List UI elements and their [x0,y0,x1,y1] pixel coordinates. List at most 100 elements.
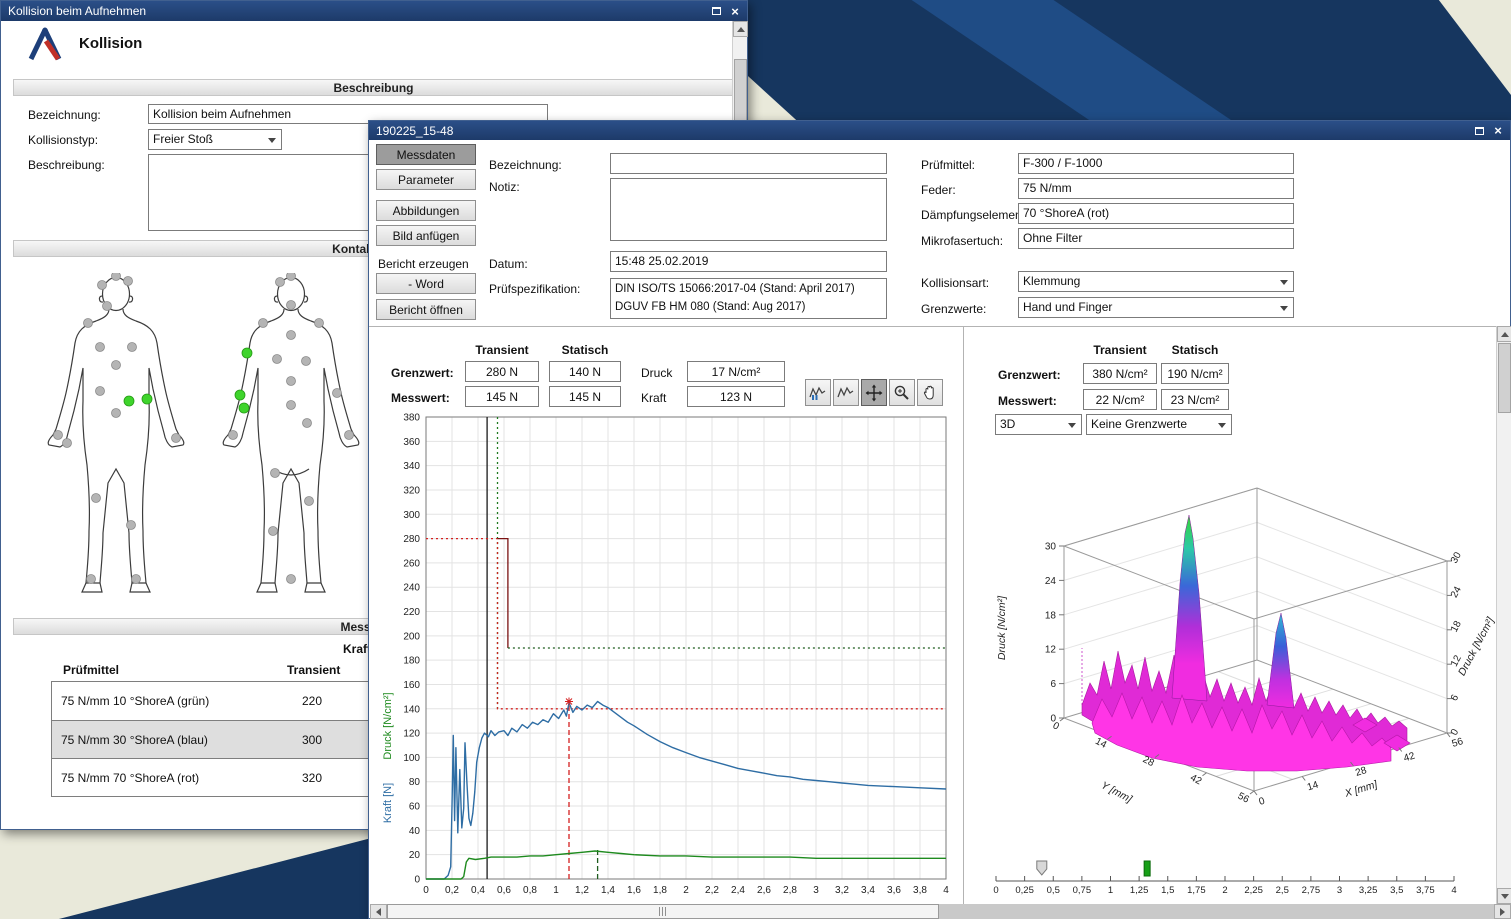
bezeichnung-input[interactable] [610,153,887,174]
value: 123 N [720,390,752,404]
scroll-up-button[interactable] [733,21,748,37]
contact-points-front-gray [54,273,181,584]
curve-pause-button[interactable] [805,379,831,406]
select-value: Hand und Finger [1023,300,1112,314]
force-messwert-transient: 145 N [465,386,539,407]
scrollbar-thumb[interactable] [1498,343,1511,413]
pressure-grenzwert-transient: 380 N/cm² [1083,363,1157,384]
close-button[interactable]: × [1490,124,1506,138]
kollisionstyp-select[interactable]: Freier Stoß [148,129,282,150]
button-label: - Word [408,277,444,291]
arrow-down-icon [1501,894,1509,899]
maximize-button[interactable] [708,4,724,18]
svg-text:30: 30 [1449,550,1464,565]
svg-text:0: 0 [993,885,998,896]
pruefmittel-cell: 75 N/mm 30 °ShoreA (blau) [52,733,208,747]
force-transient-header: Transient [465,343,539,357]
svg-text:1: 1 [1108,885,1113,896]
mikrofasertuch-label: Mikrofasertuch: [921,234,1003,248]
grenzwerte-select[interactable]: Hand und Finger [1018,297,1294,318]
daempfungselement-input[interactable]: 70 °ShoreA (rot) [1018,203,1294,224]
scroll-down-button[interactable] [1497,888,1511,904]
back-window-titlebar[interactable]: Kollision beim Aufnehmen × [1,1,747,21]
feder-input[interactable]: 75 N/mm [1018,178,1294,199]
svg-text:380: 380 [403,413,420,424]
beschreibung-label: Beschreibung: [28,158,105,172]
notiz-textarea[interactable] [610,178,887,241]
zoom-button[interactable] [889,379,915,406]
svg-text:1,75: 1,75 [1187,885,1206,896]
bild-anfuegen-button[interactable]: Bild anfügen [376,225,476,246]
slider-handle-green[interactable] [1144,861,1150,876]
kollisionsart-select[interactable]: Klemmung [1018,271,1294,292]
mikrofasertuch-input[interactable]: Ohne Filter [1018,228,1294,249]
force-pressure-chart[interactable]: 00,20,40,60,811,21,41,61,822,22,42,62,83… [377,413,951,895]
svg-text:2,6: 2,6 [757,885,771,895]
value: 22 N/cm² [1096,393,1145,407]
pruefspezifikation-box[interactable]: DIN ISO/TS 15066:2017-04 (Stand: April 2… [610,278,887,319]
input-value: F-300 / F-1000 [1023,156,1102,170]
horizontal-scrollbar[interactable] [370,904,1511,919]
scrollbar-thumb[interactable] [387,904,939,919]
messwert-label: Messwert: [391,391,450,405]
word-export-button[interactable]: - Word [376,273,476,294]
svg-text:2,25: 2,25 [1244,885,1263,896]
druck-value-box: 17 N/cm² [687,361,785,382]
svg-text:1: 1 [553,885,559,895]
pan-icon [865,384,883,402]
bezeichnung-value: Kollision beim Aufnehmen [153,107,291,121]
slider-handle-gray[interactable] [1037,861,1047,875]
svg-text:3,25: 3,25 [1359,885,1378,896]
front-window-titlebar[interactable]: 190225_15-48 × [369,121,1510,140]
feder-label: Feder: [921,183,956,197]
svg-text:80: 80 [409,777,421,788]
datum-input[interactable]: 15:48 25.02.2019 [610,251,887,272]
svg-text:0,5: 0,5 [1047,885,1060,896]
section-header-beschreibung: Beschreibung [13,79,734,96]
vertical-scrollbar[interactable] [1496,326,1511,904]
chevron-down-icon [1218,423,1226,428]
svg-text:Druck [N/cm²]: Druck [N/cm²] [382,692,394,759]
bezeichnung-label: Bezeichnung: [489,158,562,172]
surface-3d [1082,515,1410,771]
svg-text:60: 60 [409,802,421,813]
view-mode-select[interactable]: 3D [995,414,1082,435]
svg-text:30: 30 [1045,542,1057,553]
svg-text:220: 220 [403,607,420,618]
svg-text:300: 300 [403,510,420,521]
button-label: Bericht öffnen [389,303,463,317]
scroll-right-button[interactable] [1494,904,1511,919]
pan-button[interactable] [861,379,887,406]
select-value: Keine Grenzwerte [1091,417,1187,431]
scroll-up-button[interactable] [1497,326,1511,342]
hand-button[interactable] [917,379,943,406]
bericht-oeffnen-button[interactable]: Bericht öffnen [376,299,476,320]
pressure-surface-3d-chart[interactable]: 06121824300612182430014284256014284256Dr… [967,443,1509,863]
sidebar-tab-messdaten[interactable]: Messdaten [376,144,476,165]
maximize-button[interactable] [1471,124,1487,138]
druck-label: Druck [641,366,672,380]
curve-button[interactable] [833,379,859,406]
svg-text:0,25: 0,25 [1015,885,1034,896]
app-logo [25,26,69,62]
svg-text:140: 140 [403,704,420,715]
messwert-label: Messwert: [998,394,1057,408]
input-value: 15:48 25.02.2019 [615,254,708,268]
front-window-title: 190225_15-48 [376,124,1468,138]
pressure-messwert-statisch: 23 N/cm² [1161,389,1229,410]
svg-text:6: 6 [1050,679,1056,690]
scroll-left-button[interactable] [370,904,387,919]
grenzwerte-display-select[interactable]: Keine Grenzwerte [1086,414,1232,435]
svg-text:0: 0 [1258,796,1267,808]
body-front-figure[interactable] [36,273,196,603]
value: 190 N/cm² [1167,367,1222,381]
svg-text:3,5: 3,5 [1390,885,1403,896]
wallpaper-triangle-shape [0,830,368,919]
close-button[interactable]: × [727,4,743,18]
time-range-slider[interactable]: 00,250,50,7511,251,51,7522,252,52,7533,2… [984,859,1464,899]
select-value: Klemmung [1023,274,1080,288]
abbildungen-button[interactable]: Abbildungen [376,200,476,221]
body-back-figure[interactable] [211,273,371,603]
sidebar-tab-parameter[interactable]: Parameter [376,169,476,190]
pruefmittel-input[interactable]: F-300 / F-1000 [1018,153,1294,174]
